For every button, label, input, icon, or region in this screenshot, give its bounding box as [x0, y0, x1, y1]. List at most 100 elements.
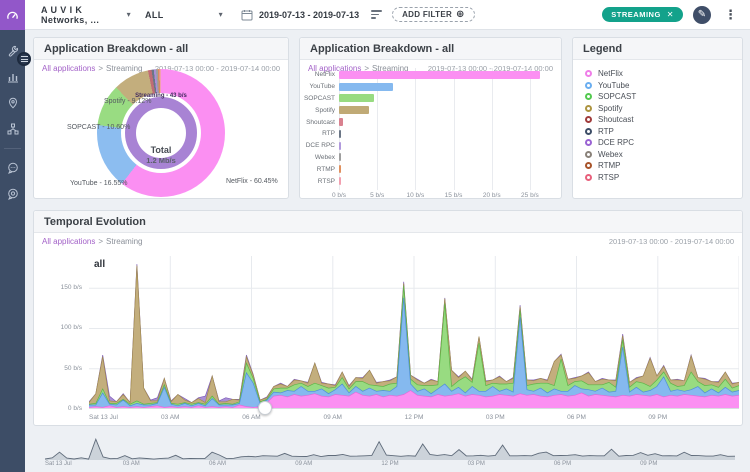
temporal-xtick: 09 AM [324, 414, 342, 421]
sidebar-item-locations[interactable] [0, 90, 25, 116]
network-selector-label: A U V I K Networks, ... [41, 5, 121, 25]
legend-label: Spotify [598, 104, 622, 113]
bar-axis-tick: 0 b/s [332, 192, 346, 199]
legend-item-rtsp[interactable]: RTSP [585, 172, 742, 184]
legend-label: DCE RPC [598, 138, 634, 147]
legend-item-webex[interactable]: Webex [585, 149, 742, 161]
bar-rtsp[interactable] [339, 177, 341, 185]
temporal-xtick: 09 PM [648, 414, 667, 421]
bar-row: SOPCAST [300, 93, 563, 105]
temporal-xtick: 12 PM [405, 414, 424, 421]
close-icon[interactable]: ✕ [667, 10, 674, 19]
filter-sort-icon[interactable] [371, 10, 382, 19]
temporal-xtick: 06 AM [242, 414, 260, 421]
plus-circle-icon: ⊕ [456, 11, 465, 19]
panel-title: Application Breakdown - all [34, 38, 288, 60]
timeline-overview-chart[interactable] [45, 438, 735, 460]
legend-item-rtp[interactable]: RTP [585, 126, 742, 138]
bar-row: DCE RPC [300, 140, 563, 152]
overview-xtick: 06 PM [554, 461, 571, 467]
timeline-drag-handle[interactable] [258, 401, 272, 415]
bar-rtp[interactable] [339, 130, 341, 138]
temporal-area-chart[interactable] [89, 256, 739, 409]
breadcrumb-link[interactable]: All applications [42, 64, 95, 73]
streaming-filter-chip[interactable]: STREAMING ✕ [602, 7, 683, 22]
bar-category-label: Webex [300, 154, 339, 161]
bar-rtmp[interactable] [339, 165, 341, 173]
bar-category-label: SOPCAST [300, 95, 339, 102]
legend-color-icon [585, 174, 592, 181]
legend-label: Webex [598, 150, 623, 159]
add-filter-button[interactable]: ADD FILTER ⊕ [392, 7, 475, 22]
legend-item-netflix[interactable]: NetFlix [585, 68, 742, 80]
legend-item-spotify[interactable]: Spotify [585, 103, 742, 115]
chevron-down-icon: ▾ [127, 10, 131, 19]
sidebar-collapse-toggle[interactable] [17, 52, 31, 66]
breadcrumb-link[interactable]: All applications [42, 237, 95, 246]
legend-item-youtube[interactable]: YouTube [585, 80, 742, 92]
sidebar-item-topology[interactable] [0, 116, 25, 142]
panel-title: Temporal Evolution [34, 211, 742, 233]
legend-item-dce-rpc[interactable]: DCE RPC [585, 137, 742, 149]
pie-label-spotify: Spotify - 9.12% [104, 98, 151, 105]
network-topology-icon [7, 123, 19, 135]
legend-label: RTP [598, 127, 614, 136]
legend-item-shoutcast[interactable]: Shoutcast [585, 114, 742, 126]
bar-track [339, 83, 563, 91]
bar-track [339, 142, 563, 150]
legend-color-icon [585, 139, 592, 146]
sidebar-item-dashboard[interactable] [0, 0, 25, 30]
legend-item-sopcast[interactable]: SOPCAST [585, 91, 742, 103]
bar-shoutcast[interactable] [339, 118, 343, 126]
chat-bubble-icon [7, 162, 19, 174]
bar-row: RTP [300, 128, 563, 140]
breadcrumb: All applications > Streaming 2019-07-13 … [34, 233, 742, 246]
bar-netflix[interactable] [339, 71, 540, 79]
bar-track [339, 94, 563, 102]
panel-legend: Legend NetFlixYouTubeSOPCASTSpotifyShout… [572, 37, 743, 199]
calendar-icon [241, 9, 253, 21]
bar-row: Spotify [300, 104, 563, 116]
sidebar-item-chat[interactable] [0, 155, 25, 181]
date-range-picker[interactable]: 2019-07-13 - 2019-07-13 [259, 10, 359, 20]
bar-dce-rpc[interactable] [339, 142, 341, 150]
bar-track [339, 130, 563, 138]
bar-row: Shoutcast [300, 116, 563, 128]
pie-label-youtube: YouTube - 16.55% [70, 180, 127, 187]
sidebar-item-reports[interactable] [0, 64, 25, 90]
bar-row: Webex [300, 152, 563, 164]
edit-button[interactable]: ✎ [693, 6, 711, 24]
bar-category-label: NetFlix [300, 71, 339, 78]
panel-date-range: 2019-07-13 00:00 - 2019-07-14 00:00 [609, 237, 734, 246]
temporal-ytick: 50 b/s [64, 365, 82, 372]
bar-category-label: DCE RPC [300, 142, 339, 149]
bar-category-label: Spotify [300, 107, 339, 114]
temporal-xtick: 06 PM [567, 414, 586, 421]
temporal-ytick: 0 b/s [68, 405, 82, 412]
panel-application-breakdown-bars: Application Breakdown - all All applicat… [299, 37, 562, 199]
pie-label-sopcast: SOPCAST - 10.60% [67, 124, 130, 131]
scope-selector[interactable]: ALL ▾ [145, 10, 223, 20]
overview-xtick: 09 AM [295, 461, 312, 467]
total-title: Total [125, 145, 197, 155]
overview-xtick: 03 AM [123, 461, 140, 467]
gauge-icon [6, 9, 19, 22]
legend-item-rtmp[interactable]: RTMP [585, 160, 742, 172]
network-selector[interactable]: A U V I K Networks, ... ▾ [41, 5, 131, 25]
legend-color-icon [585, 162, 592, 169]
sidebar-item-support[interactable] [0, 181, 25, 207]
bar-track [339, 153, 563, 161]
legend-list: NetFlix YouTubeSOPCASTSpotifyShoutcastRTP… [573, 60, 742, 183]
topbar: A U V I K Networks, ... ▾ ALL ▾ 2019-07-… [25, 0, 750, 30]
bar-chart[interactable]: 0 b/s5 b/s10 b/s15 b/s20 b/s25 b/sNetFli… [300, 68, 563, 198]
kebab-menu-icon[interactable]: ⋮ [721, 7, 740, 23]
bar-row: YouTube [300, 81, 563, 93]
bar-webex[interactable] [339, 153, 341, 161]
legend-label: NetFlix [598, 69, 623, 78]
total-value: 1.2 Mb/s [125, 156, 197, 165]
bar-youtube[interactable] [339, 83, 393, 91]
donut-chart[interactable]: Streaming - 43 b/s Total 1.2 Mb/s [97, 69, 225, 197]
legend-color-icon [585, 82, 592, 89]
bar-sopcast[interactable] [339, 94, 374, 102]
bar-spotify[interactable] [339, 106, 369, 114]
